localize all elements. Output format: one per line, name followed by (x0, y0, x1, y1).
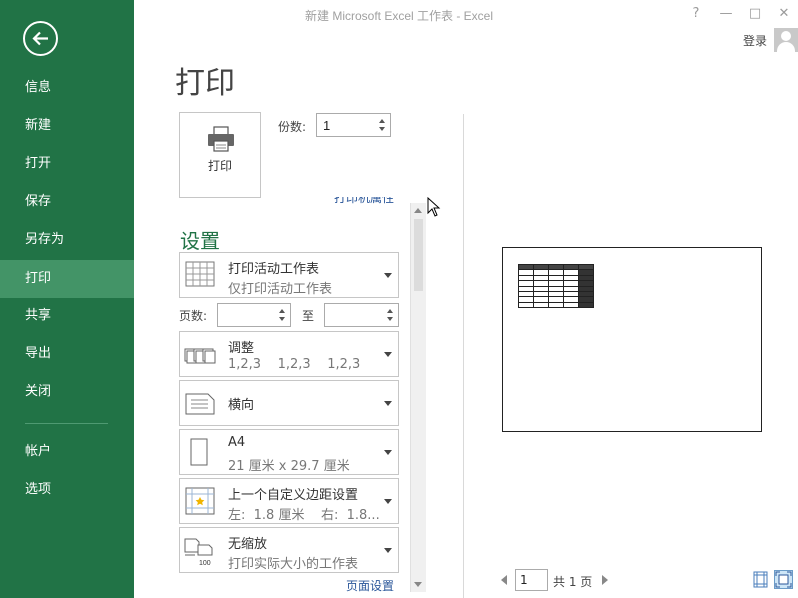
page-number-input[interactable]: 1 (515, 569, 548, 591)
help-icon[interactable]: ? (686, 4, 706, 24)
chevron-down-icon (384, 450, 392, 455)
spin-down-icon[interactable] (384, 314, 396, 324)
preview-sheet-thumbnail (518, 263, 594, 309)
landscape-page-icon (185, 393, 215, 415)
sidebar-item-export[interactable]: 导出 (0, 335, 134, 373)
page-total: 共 1 页 (553, 575, 593, 589)
close-icon[interactable]: ✕ (774, 4, 794, 24)
chevron-down-icon (384, 401, 392, 406)
copies-stepper[interactable]: 1 (316, 113, 391, 137)
collate-icon (184, 348, 216, 364)
signin-link[interactable]: 登录 (743, 32, 767, 49)
paper-size-dropdown[interactable]: A4 21 厘米 x 29.7 厘米 (179, 429, 399, 475)
scroll-down-icon[interactable] (414, 582, 422, 587)
paper-size-title: A4 (228, 435, 246, 450)
pages-to-label: 至 (302, 309, 315, 323)
orientation-title: 横向 (228, 398, 255, 413)
previous-page-icon[interactable] (501, 575, 507, 585)
page-setup-link[interactable]: 页面设置 (346, 577, 394, 594)
sidebar-item-print[interactable]: 打印 (0, 260, 134, 298)
pane-divider (463, 114, 464, 598)
scroll-up-icon[interactable] (414, 208, 422, 213)
sidebar-item-close[interactable]: 关闭 (0, 373, 134, 411)
sidebar-item-share[interactable]: 共享 (0, 297, 134, 335)
collation-desc: 1,2,3 1,2,3 1,2,3 (228, 357, 361, 372)
collation-title: 调整 (228, 341, 255, 356)
scaling-title: 无缩放 (228, 537, 268, 552)
print-what-title: 打印活动工作表 (228, 262, 320, 277)
no-scaling-icon: 100 (184, 538, 213, 567)
printer-icon (208, 126, 234, 152)
sidebar-item-open[interactable]: 打开 (0, 145, 134, 183)
scrollbar-thumb[interactable] (414, 219, 423, 291)
print-preview-page (502, 247, 762, 432)
back-arrow-icon[interactable] (23, 21, 58, 56)
scaling-desc: 打印实际大小的工作表 (228, 557, 359, 572)
print-what-dropdown[interactable]: 打印活动工作表 仅打印活动工作表 (179, 252, 399, 298)
pages-from-input[interactable] (217, 303, 291, 327)
sidebar-divider (25, 423, 108, 424)
chevron-down-icon (384, 352, 392, 357)
sidebar-item-options[interactable]: 选项 (0, 471, 134, 509)
copies-value: 1 (323, 118, 331, 133)
sidebar-item-save-as[interactable]: 另存为 (0, 221, 134, 259)
collation-dropdown[interactable]: 调整 1,2,3 1,2,3 1,2,3 (179, 331, 399, 377)
copies-label: 份数: (278, 120, 307, 134)
settings-scrollbar[interactable] (410, 203, 426, 592)
paper-size-desc: 21 厘米 x 29.7 厘米 (228, 459, 350, 474)
avatar[interactable] (774, 28, 798, 52)
page-title: 打印 (175, 66, 235, 101)
minimize-icon[interactable]: — (716, 4, 736, 24)
sidebar-item-account[interactable]: 帐户 (0, 433, 134, 471)
mouse-pointer-icon (427, 197, 441, 217)
pages-to-input[interactable] (324, 303, 399, 327)
spin-down-icon[interactable] (376, 124, 388, 134)
chevron-down-icon (384, 548, 392, 553)
pages-label: 页数: (179, 309, 208, 323)
chevron-down-icon (384, 273, 392, 278)
next-page-icon[interactable] (602, 575, 608, 585)
print-what-desc: 仅打印活动工作表 (228, 282, 333, 297)
margins-title: 上一个自定义边距设置 (228, 488, 359, 503)
sheet-grid-icon (185, 261, 215, 287)
settings-heading: 设置 (180, 229, 220, 253)
sidebar-item-new[interactable]: 新建 (0, 107, 134, 145)
show-margins-icon[interactable] (753, 571, 768, 588)
sidebar-item-save[interactable]: 保存 (0, 183, 134, 221)
backstage-sidebar: 信息 新建 打开 保存 另存为 打印 共享 导出 关闭 帐户 选项 (0, 0, 134, 598)
svg-text:100: 100 (199, 560, 211, 567)
sidebar-item-info[interactable]: 信息 (0, 69, 134, 107)
chevron-down-icon (384, 499, 392, 504)
portrait-page-icon (190, 438, 208, 466)
window-title: 新建 Microsoft Excel 工作表 - Excel (304, 9, 494, 23)
printer-properties-link[interactable]: 打印机属性 (334, 197, 398, 205)
print-button-label: 打印 (207, 159, 232, 173)
margins-dropdown[interactable]: 上一个自定义边距设置 左: 1.8 厘米 右: 1.8... (179, 478, 399, 524)
scaling-dropdown[interactable]: 100 无缩放 打印实际大小的工作表 (179, 527, 399, 573)
spin-down-icon[interactable] (276, 314, 288, 324)
margins-desc: 左: 1.8 厘米 右: 1.8... (228, 508, 380, 523)
orientation-dropdown[interactable]: 横向 (179, 380, 399, 426)
print-button[interactable]: 打印 (179, 112, 261, 198)
restore-icon[interactable]: □ (745, 4, 765, 24)
margins-icon (185, 487, 215, 515)
zoom-to-page-icon[interactable] (774, 570, 793, 589)
